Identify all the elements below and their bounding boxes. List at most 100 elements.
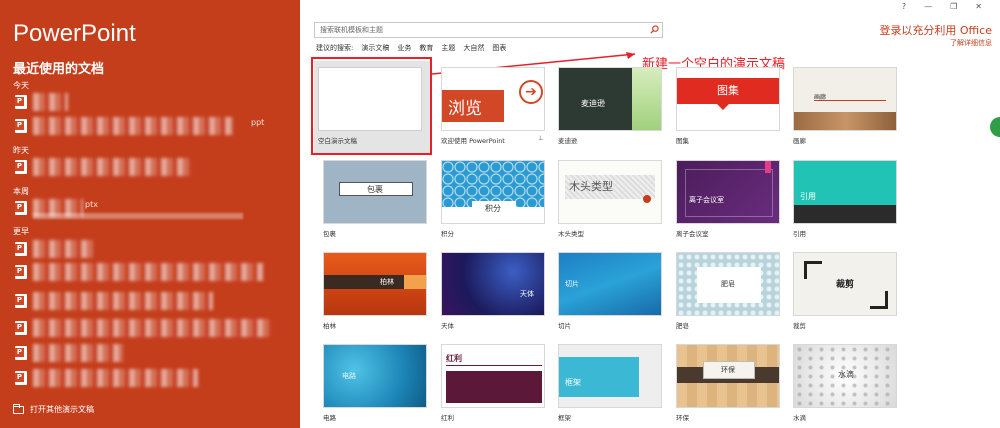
- app-title: PowerPoint: [13, 20, 136, 47]
- thumb-text: 切片: [565, 280, 579, 288]
- recent-doc[interactable]: [13, 262, 273, 284]
- thumb-text: 包裹: [367, 185, 383, 194]
- doc-ext-fragment: ppt: [251, 118, 265, 127]
- suggestion-link[interactable]: 业务: [397, 43, 411, 53]
- pptx-file-icon: [15, 201, 27, 215]
- template-thumbnail: 木头类型: [558, 160, 662, 224]
- template-search-box: [314, 22, 663, 38]
- search-icon[interactable]: [650, 25, 659, 34]
- recent-doc[interactable]: [13, 291, 273, 313]
- template-droplet[interactable]: 水滴 水滴: [793, 344, 897, 422]
- template-label: 柏林: [323, 322, 336, 330]
- help-icon[interactable]: ?: [902, 2, 906, 11]
- doc-ext-fragment: ptx: [85, 200, 98, 209]
- thumb-text: 裁剪: [835, 280, 854, 290]
- template-crop[interactable]: 裁剪 裁剪: [793, 252, 897, 330]
- template-thumbnail: 引用: [793, 160, 897, 224]
- folder-open-icon: [13, 403, 24, 414]
- pptx-file-icon: [15, 95, 27, 109]
- template-thumbnail: 裁剪: [793, 252, 897, 316]
- pptx-file-icon: [15, 346, 27, 360]
- template-label: 红利: [441, 414, 454, 422]
- template-gallery[interactable]: 画廊 画廊: [793, 67, 897, 145]
- template-search-input[interactable]: [315, 23, 645, 37]
- template-thumbnail: 框架: [558, 344, 662, 408]
- template-thumbnail: 画廊: [793, 67, 897, 131]
- thumb-text: 图集: [717, 84, 739, 97]
- signin-link[interactable]: 登录以充分利用 Office: [879, 22, 992, 38]
- template-label: 框架: [558, 414, 571, 422]
- group-label-earlier: 更早: [13, 227, 29, 236]
- template-dividend-pattern[interactable]: 积分 积分: [441, 160, 545, 238]
- template-thumbnail: 浏览 ➔: [441, 67, 545, 131]
- template-frame[interactable]: 框架 框架: [558, 344, 662, 422]
- template-label: 天体: [441, 322, 454, 330]
- template-thumbnail: 图集: [676, 67, 780, 131]
- template-label: 麦迪逊: [558, 137, 578, 145]
- template-ion-boardroom[interactable]: 离子会议室 离子会议室: [676, 160, 780, 238]
- template-label: 肥皂: [676, 322, 689, 330]
- window-controls: ? — ❐ ✕: [902, 2, 982, 11]
- thumb-text: 水滴: [838, 370, 854, 379]
- template-dividend[interactable]: 红利 红利: [441, 344, 545, 422]
- group-label-this-week: 本周: [13, 187, 29, 196]
- recent-doc[interactable]: [13, 92, 273, 114]
- thumb-text: 红利: [446, 354, 462, 363]
- template-eco[interactable]: 环保 环保: [676, 344, 780, 422]
- template-thumbnail: 水滴: [793, 344, 897, 408]
- thumb-text: 麦迪逊: [581, 99, 605, 108]
- arrow-right-icon: ➔: [519, 80, 543, 104]
- thumb-text: 离子会议室: [689, 196, 724, 204]
- template-label: 画廊: [793, 137, 806, 145]
- template-label: 木头类型: [558, 230, 584, 238]
- learn-more-link[interactable]: 了解详细信息: [950, 38, 992, 48]
- template-thumbnail: 环保: [676, 344, 780, 408]
- pin-icon[interactable]: ⟂: [538, 134, 543, 143]
- thumb-text: 浏览: [448, 99, 482, 119]
- thumb-text: 环保: [721, 366, 735, 374]
- template-celestial[interactable]: 天体 天体: [441, 252, 545, 330]
- template-parcel[interactable]: 包裹 包裹: [323, 160, 427, 238]
- recent-doc[interactable]: ppt: [13, 116, 273, 138]
- template-label: 欢迎使用 PowerPoint: [441, 137, 505, 145]
- recent-doc[interactable]: [13, 157, 273, 179]
- open-other-presentations[interactable]: 打开其他演示文稿: [13, 403, 94, 415]
- template-label: 包裹: [323, 230, 336, 238]
- group-label-today: 今天: [13, 81, 29, 90]
- template-berlin[interactable]: 柏林 柏林: [323, 252, 427, 330]
- template-thumbnail: 红利: [441, 344, 545, 408]
- suggested-searches-label: 建议的搜索:: [316, 44, 354, 52]
- template-soap[interactable]: 肥皂 肥皂: [676, 252, 780, 330]
- pptx-file-icon: [15, 242, 27, 256]
- minimize-icon[interactable]: —: [924, 2, 932, 11]
- template-label: 积分: [441, 230, 454, 238]
- recent-documents-title: 最近使用的文档: [13, 62, 105, 77]
- template-madison[interactable]: 麦迪逊 麦迪逊: [558, 67, 662, 145]
- template-thumbnail: 麦迪逊: [558, 67, 662, 131]
- recent-doc[interactable]: [13, 368, 273, 390]
- pptx-file-icon: [15, 265, 27, 279]
- recent-doc[interactable]: [13, 343, 273, 365]
- template-thumbnail: 包裹: [323, 160, 427, 224]
- thumb-text: 引用: [800, 192, 816, 201]
- template-slice[interactable]: 切片 切片: [558, 252, 662, 330]
- template-atlas[interactable]: 图集 图集: [676, 67, 780, 145]
- thumb-text: 电路: [342, 372, 356, 380]
- recent-doc[interactable]: [13, 239, 273, 261]
- group-label-yesterday: 昨天: [13, 146, 29, 155]
- restore-icon[interactable]: ❐: [950, 2, 957, 11]
- template-label: 离子会议室: [676, 230, 709, 238]
- pptx-file-icon: [15, 371, 27, 385]
- template-quote[interactable]: 引用 引用: [793, 160, 897, 238]
- template-circuit[interactable]: 电路 电路: [323, 344, 427, 422]
- close-icon[interactable]: ✕: [975, 2, 982, 11]
- template-thumbnail: 天体: [441, 252, 545, 316]
- template-welcome[interactable]: 浏览 ➔ 欢迎使用 PowerPoint ⟂: [441, 67, 545, 145]
- thumb-text: 框架: [565, 378, 581, 387]
- recent-doc[interactable]: ptx: [13, 198, 273, 220]
- suggestion-link[interactable]: 演示文稿: [361, 43, 389, 53]
- side-widget-tab[interactable]: [990, 117, 1000, 137]
- template-wood-type[interactable]: 木头类型 木头类型: [558, 160, 662, 238]
- recent-doc[interactable]: [13, 318, 273, 340]
- template-thumbnail: 电路: [323, 344, 427, 408]
